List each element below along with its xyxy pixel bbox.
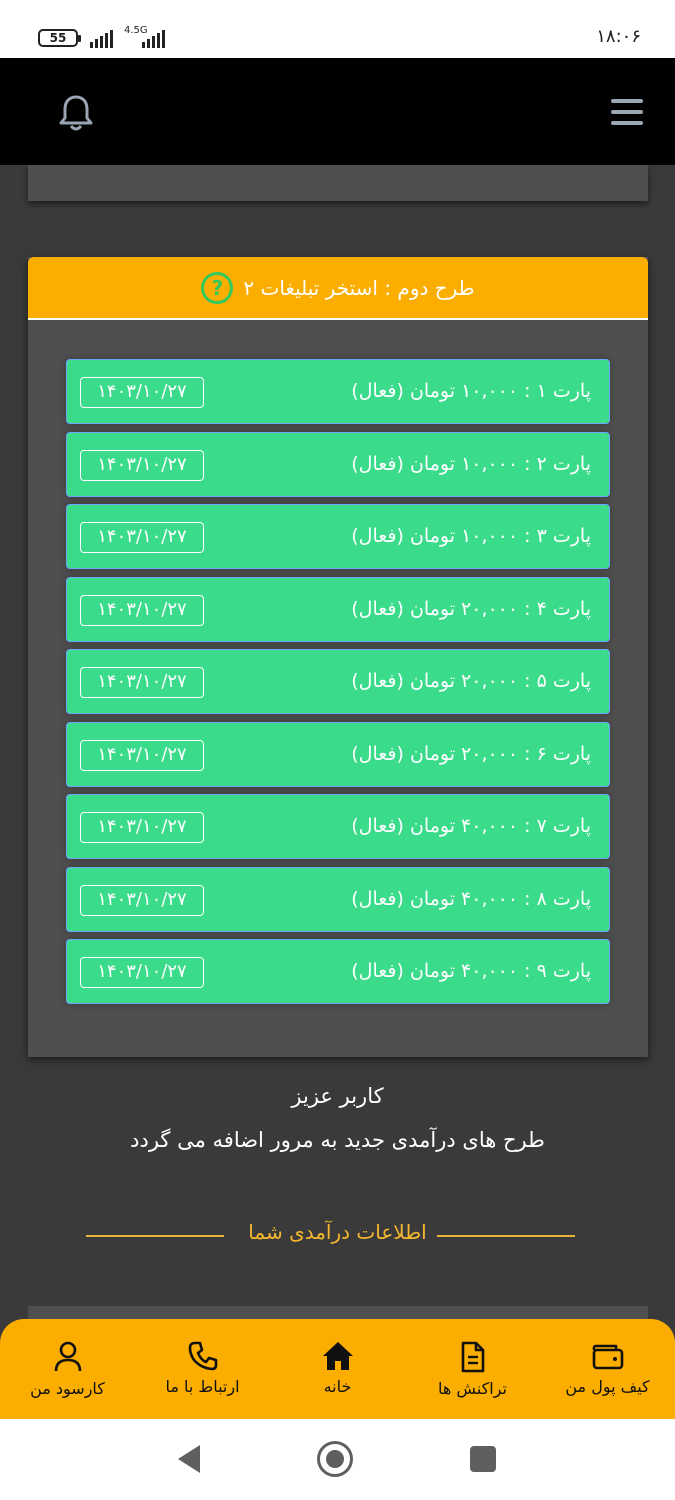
back-icon[interactable] [176, 1444, 202, 1478]
part-row[interactable]: پارت ۸ : ۴۰,۰۰۰ تومان (فعال) ۱۴۰۳/۱۰/۲۷ [66, 866, 610, 932]
part-label: پارت ۳ : ۱۰,۰۰۰ تومان (فعال) [351, 525, 591, 547]
status-clock: ۱۸:۰۶ [596, 26, 641, 47]
question-circle-icon[interactable]: ? [201, 271, 234, 304]
part-date: ۱۴۰۳/۱۰/۲۷ [80, 594, 204, 626]
document-icon [461, 1341, 484, 1373]
part-date: ۱۴۰۳/۱۰/۲۷ [80, 957, 204, 988]
signal-icon [90, 28, 113, 48]
nav-item-profile[interactable]: کارسود من [0, 1319, 135, 1419]
part-date: ۱۴۰۳/۱۰/۲۷ [80, 449, 204, 481]
part-label: پارت ۴ : ۲۰,۰۰۰ تومان (فعال) [351, 597, 591, 620]
part-date: ۱۴۰۳/۱۰/۲۷ [80, 377, 204, 408]
part-row[interactable]: پارت ۲ : ۱۰,۰۰۰ تومان (فعال) ۱۴۰۳/۱۰/۲۷ [66, 431, 610, 497]
part-row[interactable]: پارت ۶ : ۲۰,۰۰۰ تومان (فعال) ۱۴۰۳/۱۰/۲۷ [66, 721, 610, 787]
part-date: ۱۴۰۳/۱۰/۲۷ [80, 667, 204, 698]
plan-title: طرح دوم : استخر تبلیغات ۲ [243, 275, 475, 300]
battery-indicator: 55 [38, 29, 81, 47]
wallet-icon [592, 1344, 623, 1370]
income-section-title: اطلاعات درآمدی شما [248, 1220, 427, 1244]
bell-icon[interactable] [58, 94, 94, 136]
nav-label-contact: ارتباط با ما [165, 1377, 240, 1396]
part-date: ۱۴۰۳/۱۰/۲۷ [80, 522, 204, 553]
part-label: پارت ۶ : ۲۰,۰۰۰ تومان (فعال) [351, 742, 591, 765]
notice-message: طرح های درآمدی جدید به مرور اضافه می گرد… [130, 1128, 545, 1152]
part-row[interactable]: پارت ۹ : ۴۰,۰۰۰ تومان (فعال) ۱۴۰۳/۱۰/۲۷ [66, 939, 610, 1004]
nav-label-transactions: تراکنش ها [438, 1379, 507, 1398]
hamburger-menu-icon[interactable] [611, 99, 643, 129]
plan-card: طرح دوم : استخر تبلیغات ۲ ? پارت ۱ : ۱۰,… [28, 257, 648, 1057]
nav-label-profile: کارسود من [30, 1379, 105, 1398]
home-icon [322, 1342, 353, 1370]
part-date: ۱۴۰۳/۱۰/۲۷ [80, 739, 204, 771]
nav-item-wallet[interactable]: کیف پول من [540, 1319, 675, 1419]
part-row[interactable]: پارت ۴ : ۲۰,۰۰۰ تومان (فعال) ۱۴۰۳/۱۰/۲۷ [66, 576, 610, 642]
nav-label-home: خانه [323, 1377, 352, 1396]
part-date: ۱۴۰۳/۱۰/۲۷ [80, 884, 204, 916]
part-label: پارت ۱ : ۱۰,۰۰۰ تومان (فعال) [351, 380, 591, 402]
previous-card [28, 165, 648, 201]
user-icon [54, 1341, 81, 1372]
nav-item-home[interactable]: خانه [270, 1319, 405, 1419]
parts-list: پارت ۱ : ۱۰,۰۰۰ تومان (فعال) ۱۴۰۳/۱۰/۲۷ … [66, 359, 610, 1012]
part-label: پارت ۵ : ۲۰,۰۰۰ تومان (فعال) [351, 670, 591, 692]
home-button-icon[interactable] [317, 1441, 353, 1477]
part-date: ۱۴۰۳/۱۰/۲۷ [80, 812, 204, 843]
part-label: پارت ۹ : ۴۰,۰۰۰ تومان (فعال) [351, 960, 591, 982]
plan-header: طرح دوم : استخر تبلیغات ۲ ? [28, 257, 648, 320]
status-bar: 55 4.5G ۱۸:۰۶ [0, 0, 675, 58]
nav-label-wallet: کیف پول من [565, 1377, 650, 1396]
recent-apps-icon[interactable] [470, 1446, 496, 1472]
part-label: پارت ۷ : ۴۰,۰۰۰ تومان (فعال) [351, 815, 591, 837]
nav-item-contact[interactable]: ارتباط با ما [135, 1319, 270, 1419]
part-row[interactable]: پارت ۳ : ۱۰,۰۰۰ تومان (فعال) ۱۴۰۳/۱۰/۲۷ [66, 504, 610, 569]
phone-icon [188, 1341, 217, 1371]
part-label: پارت ۸ : ۴۰,۰۰۰ تومان (فعال) [351, 887, 591, 910]
app-header [0, 58, 675, 165]
bottom-nav: کیف پول من تراکنش ها خانه ارتباط با ما ک… [0, 1319, 675, 1419]
signal-icon-2 [142, 28, 165, 48]
notice-greeting: کاربر عزیز [291, 1084, 384, 1108]
part-row[interactable]: پارت ۷ : ۴۰,۰۰۰ تومان (فعال) ۱۴۰۳/۱۰/۲۷ [66, 794, 610, 859]
nav-item-transactions[interactable]: تراکنش ها [405, 1319, 540, 1419]
part-row[interactable]: پارت ۱ : ۱۰,۰۰۰ تومان (فعال) ۱۴۰۳/۱۰/۲۷ [66, 359, 610, 424]
part-row[interactable]: پارت ۵ : ۲۰,۰۰۰ تومان (فعال) ۱۴۰۳/۱۰/۲۷ [66, 649, 610, 714]
part-label: پارت ۲ : ۱۰,۰۰۰ تومان (فعال) [351, 452, 591, 475]
